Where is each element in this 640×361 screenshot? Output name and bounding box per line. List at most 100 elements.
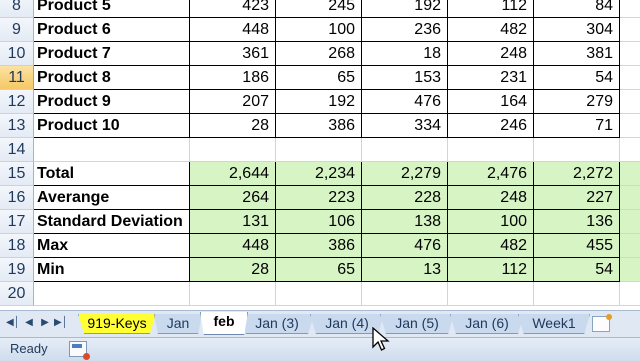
empty-cell[interactable]: [620, 138, 640, 162]
sheet-tab[interactable]: Jan (5): [380, 314, 454, 334]
empty-cell[interactable]: [620, 210, 640, 234]
value-cell[interactable]: 248: [448, 42, 534, 66]
value-cell[interactable]: 236: [362, 18, 448, 42]
value-cell[interactable]: [362, 282, 448, 306]
value-cell[interactable]: 482: [448, 234, 534, 258]
sheet-tab[interactable]: Jan (6): [450, 314, 524, 334]
value-cell[interactable]: [276, 138, 362, 162]
value-cell[interactable]: 84: [534, 0, 620, 18]
row-label-cell[interactable]: Product 7: [34, 42, 190, 66]
value-cell[interactable]: 264: [190, 186, 276, 210]
value-cell[interactable]: [448, 282, 534, 306]
value-cell[interactable]: 65: [276, 66, 362, 90]
value-cell[interactable]: 71: [534, 114, 620, 138]
value-cell[interactable]: [190, 138, 276, 162]
value-cell[interactable]: 65: [276, 258, 362, 282]
value-cell[interactable]: 268: [276, 42, 362, 66]
row-header[interactable]: 11: [0, 66, 34, 90]
value-cell[interactable]: 100: [276, 18, 362, 42]
value-cell[interactable]: [190, 282, 276, 306]
value-cell[interactable]: 448: [190, 18, 276, 42]
value-cell[interactable]: 2,644: [190, 162, 276, 186]
sheet-tab[interactable]: 919-Keys: [78, 314, 156, 334]
sheet-tab[interactable]: Jan (3): [240, 314, 314, 334]
row-label-cell[interactable]: Product 8: [34, 66, 190, 90]
value-cell[interactable]: 28: [190, 258, 276, 282]
value-cell[interactable]: [362, 138, 448, 162]
record-macro-icon[interactable]: [69, 341, 90, 360]
empty-cell[interactable]: [620, 18, 640, 42]
value-cell[interactable]: 304: [534, 18, 620, 42]
first-sheet-icon[interactable]: ◀│: [6, 316, 20, 330]
value-cell[interactable]: 138: [362, 210, 448, 234]
value-cell[interactable]: 423: [190, 0, 276, 18]
row-label-cell[interactable]: Product 9: [34, 90, 190, 114]
value-cell[interactable]: 2,234: [276, 162, 362, 186]
value-cell[interactable]: [448, 138, 534, 162]
row-header[interactable]: 20: [0, 282, 34, 306]
empty-cell[interactable]: [620, 66, 640, 90]
row-header[interactable]: 18: [0, 234, 34, 258]
row-label-cell[interactable]: Product 6: [34, 18, 190, 42]
empty-cell[interactable]: [620, 234, 640, 258]
empty-cell[interactable]: [620, 90, 640, 114]
row-header[interactable]: 13: [0, 114, 34, 138]
value-cell[interactable]: 100: [448, 210, 534, 234]
value-cell[interactable]: 207: [190, 90, 276, 114]
value-cell[interactable]: 2,279: [362, 162, 448, 186]
sheet-tab[interactable]: feb: [200, 312, 248, 335]
row-header[interactable]: 14: [0, 138, 34, 162]
row-label-cell[interactable]: Max: [34, 234, 190, 258]
empty-cell[interactable]: [620, 186, 640, 210]
value-cell[interactable]: 386: [276, 234, 362, 258]
value-cell[interactable]: 112: [448, 258, 534, 282]
row-label-cell[interactable]: Averange: [34, 186, 190, 210]
empty-cell[interactable]: [620, 162, 640, 186]
value-cell[interactable]: 54: [534, 66, 620, 90]
value-cell[interactable]: [534, 138, 620, 162]
value-cell[interactable]: 112: [448, 0, 534, 18]
value-cell[interactable]: 381: [534, 42, 620, 66]
row-label-cell[interactable]: [34, 138, 190, 162]
row-header[interactable]: 16: [0, 186, 34, 210]
value-cell[interactable]: 54: [534, 258, 620, 282]
value-cell[interactable]: 164: [448, 90, 534, 114]
value-cell[interactable]: 361: [190, 42, 276, 66]
row-label-cell[interactable]: Product 5: [34, 0, 190, 18]
sheet-tab[interactable]: Week1: [518, 314, 590, 334]
value-cell[interactable]: 231: [448, 66, 534, 90]
row-header[interactable]: 9: [0, 18, 34, 42]
empty-cell[interactable]: [620, 42, 640, 66]
value-cell[interactable]: [276, 282, 362, 306]
value-cell[interactable]: 476: [362, 234, 448, 258]
value-cell[interactable]: 227: [534, 186, 620, 210]
next-sheet-icon[interactable]: ▶: [38, 316, 52, 330]
value-cell[interactable]: 279: [534, 90, 620, 114]
value-cell[interactable]: 455: [534, 234, 620, 258]
value-cell[interactable]: 476: [362, 90, 448, 114]
row-header[interactable]: 15: [0, 162, 34, 186]
value-cell[interactable]: 192: [362, 0, 448, 18]
prev-sheet-icon[interactable]: ◀: [22, 316, 36, 330]
row-label-cell[interactable]: Total: [34, 162, 190, 186]
row-header[interactable]: 10: [0, 42, 34, 66]
empty-cell[interactable]: [620, 114, 640, 138]
value-cell[interactable]: 186: [190, 66, 276, 90]
value-cell[interactable]: 334: [362, 114, 448, 138]
row-label-cell[interactable]: Product 10: [34, 114, 190, 138]
sheet-tab[interactable]: Jan: [154, 314, 202, 334]
value-cell[interactable]: 153: [362, 66, 448, 90]
value-cell[interactable]: 18: [362, 42, 448, 66]
value-cell[interactable]: 136: [534, 210, 620, 234]
value-cell[interactable]: 2,476: [448, 162, 534, 186]
value-cell[interactable]: [534, 282, 620, 306]
row-header[interactable]: 12: [0, 90, 34, 114]
insert-worksheet-icon[interactable]: [592, 314, 612, 332]
value-cell[interactable]: 223: [276, 186, 362, 210]
row-header[interactable]: 19: [0, 258, 34, 282]
empty-cell[interactable]: [620, 0, 640, 18]
last-sheet-icon[interactable]: ▶│: [54, 316, 68, 330]
value-cell[interactable]: 245: [276, 0, 362, 18]
value-cell[interactable]: 106: [276, 210, 362, 234]
value-cell[interactable]: 2,272: [534, 162, 620, 186]
